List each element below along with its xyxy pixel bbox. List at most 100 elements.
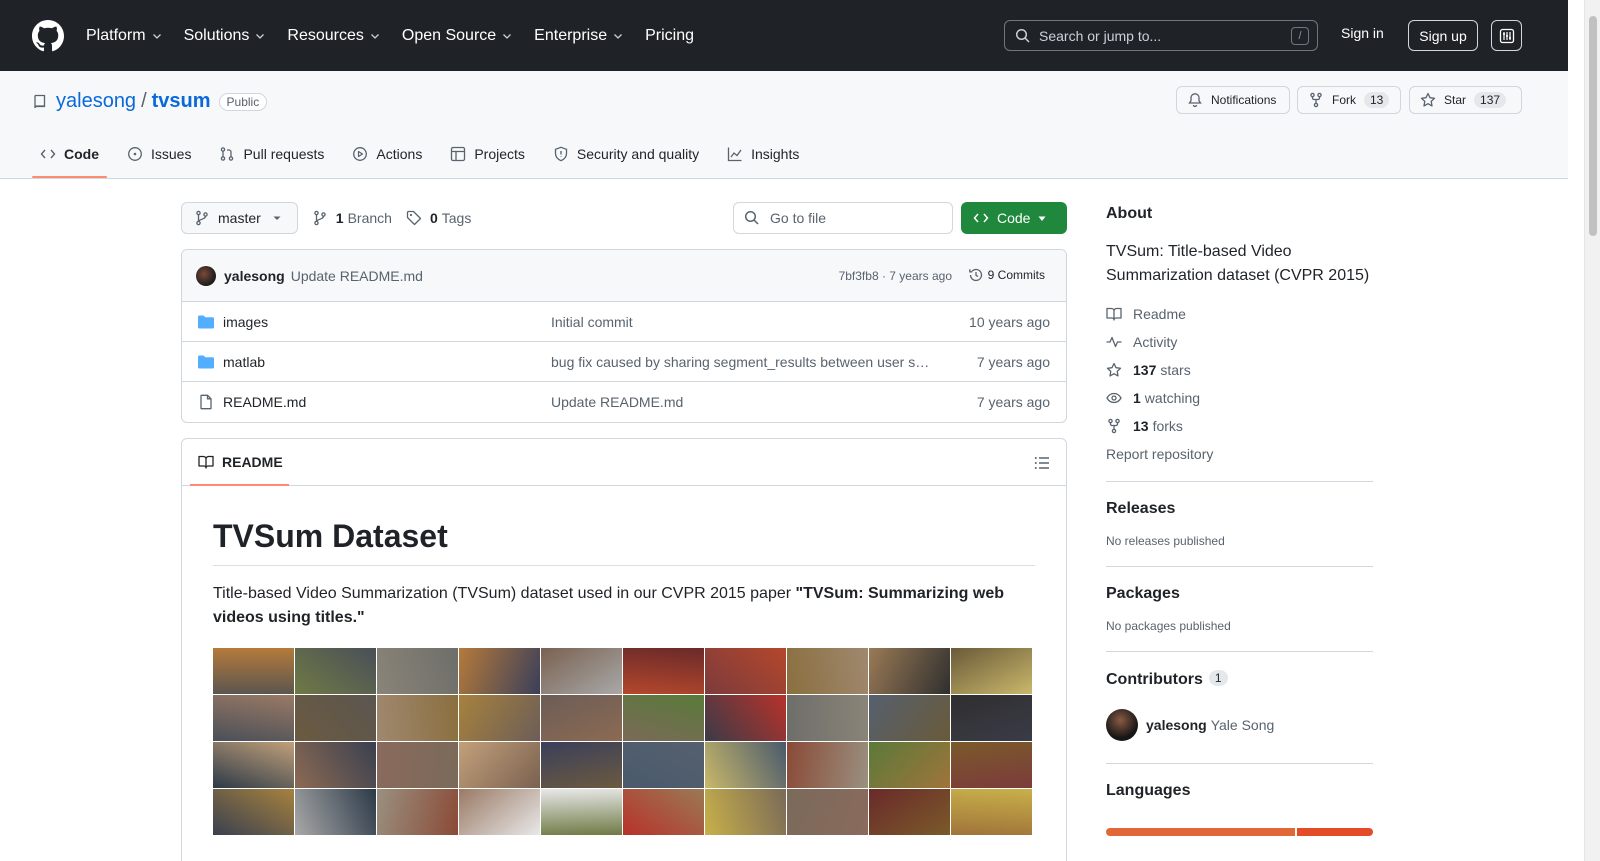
file-commit-message[interactable]: bug fix caused by sharing segment_result… — [551, 354, 936, 370]
video-thumbnail — [623, 789, 704, 835]
nav-platform[interactable]: Platform — [86, 27, 163, 45]
search-input[interactable]: Search or jump to... / — [1004, 20, 1318, 51]
outline-button[interactable] — [1034, 455, 1050, 471]
video-thumbnail — [459, 789, 540, 835]
graph-icon — [727, 147, 742, 162]
star-button[interactable]: Star 137 — [1409, 86, 1522, 114]
file-name-link[interactable]: README.md — [223, 394, 306, 410]
latest-commit-bar: yalesong Update README.md 7bf3fb8 · 7 ye… — [182, 250, 1066, 302]
scrollbar-thumb[interactable] — [1589, 16, 1597, 236]
contributor-name: Yale Song — [1210, 717, 1275, 733]
branches-link[interactable]: 1 Branch — [312, 210, 392, 226]
repo-sidebar: About TVSum: Title-based Video Summariza… — [1106, 202, 1373, 836]
tab-issues[interactable]: Issues — [119, 142, 199, 178]
contributor-item[interactable]: yalesong Yale Song — [1106, 709, 1373, 741]
branch-count-label: Branch — [347, 210, 392, 226]
nav-resources[interactable]: Resources — [287, 27, 380, 45]
tab-label: Actions — [376, 146, 423, 162]
contributor-login[interactable]: yalesong — [1146, 717, 1207, 733]
sign-in-link[interactable]: Sign in — [1341, 25, 1384, 41]
star-icon — [1420, 92, 1436, 107]
chevron-down-icon — [614, 33, 623, 39]
video-thumbnail — [869, 648, 950, 694]
video-thumbnail — [869, 789, 950, 835]
tab-security[interactable]: Security and quality — [545, 142, 707, 178]
repo-name-link[interactable]: tvsum — [152, 90, 211, 113]
report-repository-link[interactable]: Report repository — [1106, 440, 1373, 468]
avatar[interactable] — [1106, 709, 1138, 741]
tab-projects[interactable]: Projects — [442, 142, 533, 178]
nav-open-source[interactable]: Open Source — [402, 27, 513, 45]
repo-owner-link[interactable]: yalesong — [56, 90, 136, 113]
tag-count-label: Tags — [441, 210, 472, 226]
nav-label: Platform — [86, 26, 146, 44]
commit-hash-age[interactable]: 7bf3fb8 · 7 years ago — [839, 269, 952, 283]
table-row[interactable]: images Initial commit 10 years ago — [182, 302, 1066, 342]
nav-solutions[interactable]: Solutions — [184, 27, 267, 45]
file-commit-message[interactable]: Initial commit — [551, 314, 936, 330]
page-scrollbar[interactable] — [1584, 0, 1600, 861]
video-thumbnail — [623, 695, 704, 741]
tab-insights[interactable]: Insights — [719, 142, 807, 178]
video-thumbnail — [377, 648, 458, 694]
video-thumbnail — [787, 742, 868, 788]
stars-label: stars — [1160, 362, 1191, 378]
fork-icon — [1108, 418, 1120, 434]
video-thumbnail — [705, 742, 786, 788]
readme-link[interactable]: Readme — [1106, 300, 1373, 328]
sign-up-button[interactable]: Sign up — [1408, 20, 1478, 51]
tags-link[interactable]: 0 Tags — [406, 210, 471, 226]
forks-link[interactable]: 13 forks — [1106, 412, 1373, 440]
github-logo-icon[interactable] — [32, 19, 64, 52]
nav-pricing[interactable]: Pricing — [645, 27, 694, 45]
about-description: TVSum: Title-based Video Summarization d… — [1106, 243, 1370, 284]
commit-author-link[interactable]: yalesong — [224, 268, 285, 284]
stars-link[interactable]: 137 stars — [1106, 356, 1373, 384]
nav-enterprise[interactable]: Enterprise — [534, 27, 624, 45]
packages-title[interactable]: Packages — [1106, 585, 1373, 603]
video-thumbnail — [869, 742, 950, 788]
notifications-label: Notifications — [1211, 93, 1277, 107]
table-row[interactable]: matlab bug fix caused by sharing segment… — [182, 342, 1066, 382]
file-toolbar: master 1 Branch 0 Tags Go to file Code — [181, 202, 1067, 234]
video-thumbnail — [951, 695, 1032, 741]
branch-selector[interactable]: master — [181, 202, 298, 234]
readme-intro: Title-based Video Summarization (TVSum) … — [213, 582, 1035, 630]
video-thumbnail — [623, 742, 704, 788]
readme-header: README — [182, 439, 1066, 486]
file-name-link[interactable]: images — [223, 314, 268, 330]
chevron-down-icon — [152, 33, 161, 39]
file-name-link[interactable]: matlab — [223, 354, 265, 370]
commit-message-link[interactable]: Update README.md — [291, 268, 423, 284]
go-to-file-input[interactable]: Go to file — [733, 202, 953, 234]
forks-label: forks — [1152, 418, 1183, 434]
file-list: yalesong Update README.md 7bf3fb8 · 7 ye… — [181, 249, 1067, 423]
language-segment — [1106, 828, 1295, 836]
releases-title[interactable]: Releases — [1106, 500, 1373, 518]
file-commit-message[interactable]: Update README.md — [551, 394, 936, 410]
table-row[interactable]: README.md Update README.md 7 years ago — [182, 382, 1066, 422]
notifications-button[interactable]: Notifications — [1176, 86, 1290, 114]
branch-name: master — [218, 210, 261, 226]
tab-code[interactable]: Code — [32, 142, 107, 178]
readme-tab[interactable]: README — [190, 439, 289, 486]
video-thumbnail — [705, 648, 786, 694]
video-thumbnail — [213, 695, 294, 741]
contributors-title[interactable]: Contributors 1 — [1106, 670, 1373, 689]
video-thumbnail — [787, 789, 868, 835]
tab-actions[interactable]: Actions — [344, 142, 430, 178]
activity-link[interactable]: Activity — [1106, 328, 1373, 356]
fork-button[interactable]: Fork 13 — [1297, 86, 1401, 114]
commits-history-link[interactable]: 9 Commits — [968, 267, 1045, 283]
tab-pull-requests[interactable]: Pull requests — [211, 142, 332, 178]
menu-button[interactable] — [1491, 20, 1522, 51]
go-to-file-placeholder: Go to file — [770, 210, 827, 226]
folder-icon — [198, 315, 214, 329]
search-placeholder: Search or jump to... — [1039, 27, 1162, 44]
code-dropdown-button[interactable]: Code — [961, 202, 1067, 234]
video-thumbnail — [295, 789, 376, 835]
video-thumbnail — [623, 648, 704, 694]
avatar[interactable] — [196, 265, 216, 286]
watchers-link[interactable]: 1 watching — [1106, 384, 1373, 412]
tag-icon — [406, 210, 422, 226]
